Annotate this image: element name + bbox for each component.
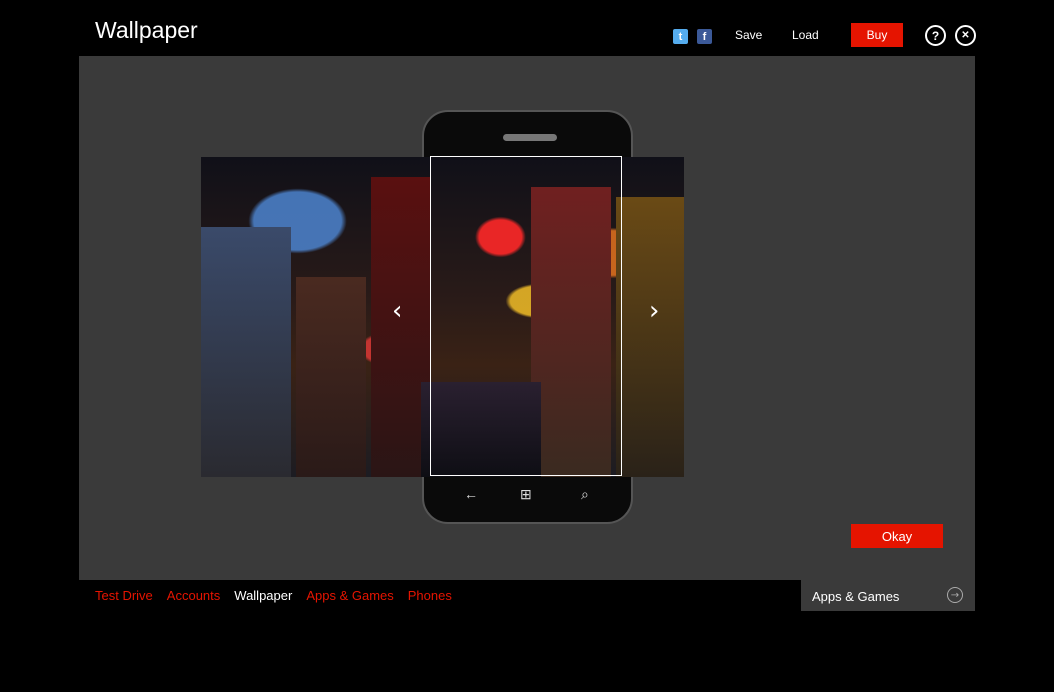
load-button[interactable]: Load <box>792 28 819 42</box>
page-title: Wallpaper <box>95 17 198 43</box>
arrow-right-icon: → <box>947 587 963 603</box>
help-icon[interactable]: ? <box>925 25 946 46</box>
twitter-icon[interactable]: t <box>673 29 688 44</box>
phone-speaker <box>503 134 557 141</box>
nav-item-apps-games[interactable]: Apps & Games <box>306 588 393 603</box>
buy-button[interactable]: Buy <box>851 23 903 47</box>
building-silhouette <box>201 227 291 477</box>
preview-stage: ← ⊞ ⌕ ‹ › Okay <box>79 56 975 580</box>
phone-nav-bar: ← ⊞ ⌕ <box>424 486 631 508</box>
windows-icon: ⊞ <box>520 486 532 502</box>
next-section-button[interactable]: Apps & Games → <box>801 580 975 611</box>
nav-item-accounts[interactable]: Accounts <box>167 588 220 603</box>
phone-screen-frame <box>430 156 622 476</box>
save-button[interactable]: Save <box>735 28 762 42</box>
next-wallpaper-button[interactable]: › <box>649 296 659 326</box>
facebook-icon[interactable]: f <box>697 29 712 44</box>
close-icon[interactable]: ✕ <box>955 25 976 46</box>
previous-wallpaper-button[interactable]: ‹ <box>392 296 402 326</box>
back-icon: ← <box>464 486 478 502</box>
building-silhouette <box>616 197 684 477</box>
building-silhouette <box>296 277 366 477</box>
search-icon: ⌕ <box>581 486 589 502</box>
next-section-label: Apps & Games <box>812 589 900 604</box>
nav-item-wallpaper[interactable]: Wallpaper <box>234 588 292 603</box>
nav-item-test-drive[interactable]: Test Drive <box>95 588 153 603</box>
nav-item-phones[interactable]: Phones <box>408 588 452 603</box>
section-nav: Test Drive Accounts Wallpaper Apps & Games P… <box>95 588 452 603</box>
okay-button[interactable]: Okay <box>851 524 943 548</box>
